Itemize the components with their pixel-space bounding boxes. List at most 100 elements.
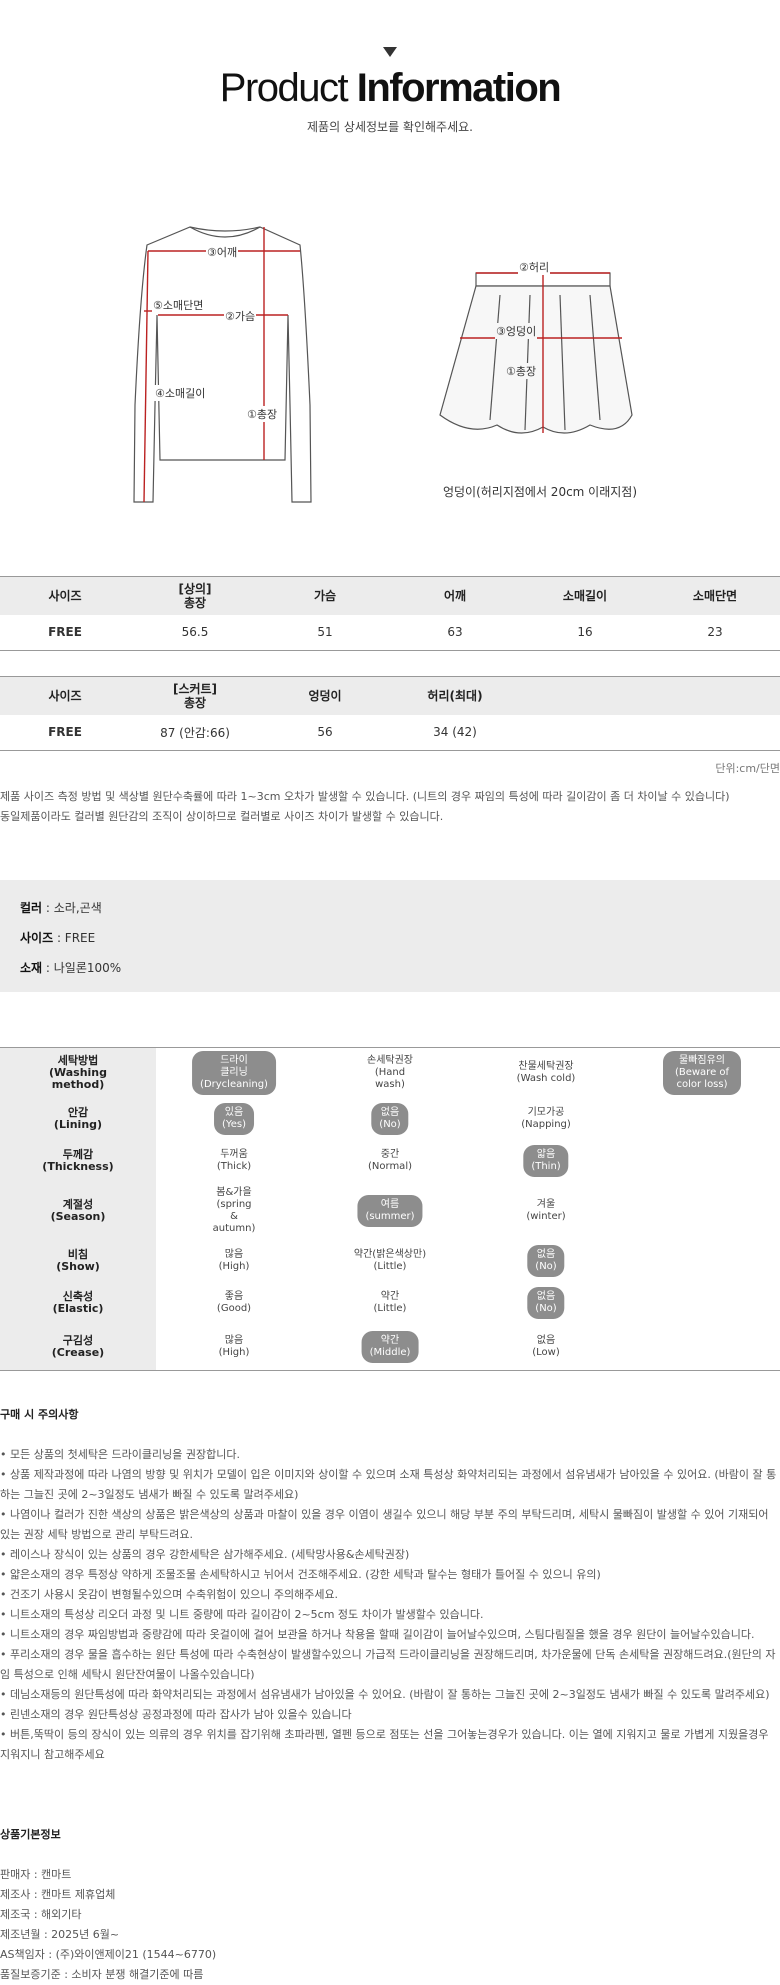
table-cell: 63 — [390, 614, 520, 651]
care-label: 세탁방법 (Washing method) — [0, 1048, 156, 1098]
care-option: 여름 (summer) — [357, 1195, 423, 1227]
down-arrow-icon — [383, 47, 397, 57]
table-header: 소매단면 — [650, 576, 780, 615]
caution-item: • 버튼,뚝딱이 등의 장식이 있는 의류의 경우 위치를 잡기위해 초파라펜,… — [0, 1728, 769, 1741]
top-label-sleeve-length: ④소매길이 — [154, 385, 207, 401]
caution-item: • 푸리소재의 경우 물을 흡수하는 원단 특성에 따라 수축현상이 발생할수있… — [0, 1648, 776, 1661]
table-row: FREE 87 (안감:66) 56 34 (42) — [0, 714, 780, 751]
care-row-elastic: 신축성 (Elastic) 좋음 (Good) 약간 (Little) 없음 (… — [0, 1282, 780, 1324]
caution-item: • 니트소재의 경우 짜임방법과 중량감에 따라 옷걸이에 걸어 보관을 하거나… — [0, 1628, 755, 1641]
care-label: 계절성 (Season) — [0, 1182, 156, 1240]
table-cell: 56.5 — [130, 614, 260, 651]
skirt-label-waist: ②허리 — [518, 259, 551, 275]
care-option: 없음 (Low) — [532, 1335, 560, 1358]
caution-item: • 데님소재등의 원단특성에 따라 화약처리되는 과정에서 섬유냄새가 남아있을… — [0, 1688, 770, 1701]
caution-item: • 레이스나 장식이 있는 상품의 경우 강한세탁은 삼가해주세요. (세탁망사… — [0, 1548, 410, 1561]
top-garment-diagram — [133, 226, 312, 503]
care-label: 안감 (Lining) — [0, 1098, 156, 1140]
table-cell: 56 — [260, 714, 390, 751]
table-header: 허리(최대) — [390, 676, 520, 715]
table-cell: FREE — [0, 714, 130, 751]
table-header-row: 사이즈 [상의] 총장 가슴 어깨 소매길이 소매단면 — [0, 576, 780, 615]
care-option: 약간 (Middle) — [361, 1331, 419, 1363]
table-cell: 23 — [650, 614, 780, 651]
caution-item: • 얇은소재의 경우 특정상 약하게 조물조물 손세탁하시고 뉘어서 건조해주세… — [0, 1568, 601, 1581]
care-option: 찬물세탁권장 (Wash cold) — [516, 1061, 576, 1084]
care-option: 겨울 (winter) — [526, 1199, 566, 1222]
care-label: 신축성 (Elastic) — [0, 1282, 156, 1324]
care-option: 약간 (Little) — [373, 1291, 407, 1314]
care-option: 많음 (High) — [218, 1249, 250, 1272]
skirt-caption: 엉덩이(허리지점에서 20cm 이래지점) — [442, 485, 638, 499]
basic-info-line: 제조사 : 캔마트 제휴업체 — [0, 1888, 116, 1901]
care-option: 물빠짐유의 (Beware of color loss) — [663, 1051, 741, 1095]
care-option: 없음 (No) — [371, 1103, 409, 1135]
table-header: 어깨 — [390, 576, 520, 615]
table-header: 사이즈 — [0, 576, 130, 615]
caution-item: 하는 그늘진 곳에 2~3일정도 냄새가 빠질 수 있도록 말려주세요) — [0, 1488, 299, 1501]
table-header: 사이즈 — [0, 676, 130, 715]
table-row: FREE 56.5 51 63 16 23 — [0, 614, 780, 651]
caution-item: • 건조기 사용시 옷감이 변형될수있으며 수축위험이 있으니 주의해주세요. — [0, 1588, 339, 1601]
care-row-show: 비침 (Show) 많음 (High) 약간(밝은색상만) (Little) 없… — [0, 1240, 780, 1282]
page-title: Product Information — [219, 66, 562, 110]
caution-item: • 나염이나 컬러가 진한 색상의 상품은 밝은색상의 상품과 마찰이 있을 경… — [0, 1508, 769, 1521]
care-option: 드라이 클리닝 (Drycleaning) — [192, 1051, 276, 1095]
basic-info-heading: 상품기본정보 — [0, 1828, 61, 1841]
caution-item: • 니트소재의 특성상 리오더 과정 및 니트 중량에 따라 길이감이 2~5c… — [0, 1608, 484, 1621]
table-header-row: 사이즈 [스커트] 총장 엉덩이 허리(최대) — [0, 676, 780, 715]
caution-item: 지워지니 참고해주세요 — [0, 1748, 105, 1761]
caution-item: 임 특성으로 인해 세탁시 원단잔여물이 나올수있습니다) — [0, 1668, 255, 1681]
table-header: [상의] 총장 — [130, 576, 260, 615]
caution-item: • 상품 제작과정에 따라 나염의 방향 및 위치가 모델이 입은 이미지와 상… — [0, 1468, 777, 1481]
care-label: 비침 (Show) — [0, 1240, 156, 1282]
caution-item: • 린넨소재의 경우 원단특성상 공정과정에 따라 잡사가 남아 있을수 있습니… — [0, 1708, 352, 1721]
unit-text: 단위:cm/단면 — [715, 762, 780, 775]
care-row-washing: 세탁방법 (Washing method) 드라이 클리닝 (Drycleani… — [0, 1048, 780, 1098]
size-note: 제품 사이즈 측정 방법 및 색상별 원단수축률에 따라 1~3cm 오차가 발… — [0, 790, 730, 803]
table-header: 엉덩이 — [260, 676, 390, 715]
table-header: 소매길이 — [520, 576, 650, 615]
care-row-crease: 구김성 (Crease) 많음 (High) 약간 (Middle) 없음 (L… — [0, 1324, 780, 1370]
care-option: 손세탁권장 (Hand wash) — [367, 1055, 413, 1090]
care-option: 없음 (No) — [527, 1245, 565, 1277]
care-table: 세탁방법 (Washing method) 드라이 클리닝 (Drycleani… — [0, 1047, 780, 1371]
basic-info-line: 판매자 : 캔마트 — [0, 1868, 72, 1881]
caution-item: • 모든 상품의 첫세탁은 드라이클리닝을 권장합니다. — [0, 1448, 240, 1461]
top-label-shoulder: ③어깨 — [206, 244, 239, 260]
garment-diagrams — [133, 226, 633, 503]
caution-heading: 구매 시 주의사항 — [0, 1408, 79, 1421]
top-label-length: ①총장 — [246, 406, 279, 422]
skirt-label-length: ①총장 — [505, 363, 538, 379]
size-note: 동일제품이라도 컬러별 원단감의 조직이 상이하므로 컬러별로 사이즈 차이가 … — [0, 810, 444, 823]
table-cell: 34 (42) — [390, 714, 520, 751]
table-header: 가슴 — [260, 576, 390, 615]
table-header: [스커트] 총장 — [130, 676, 260, 715]
care-option: 두꺼움 (Thick) — [216, 1149, 252, 1172]
size-table-top: 사이즈 [상의] 총장 가슴 어깨 소매길이 소매단면 FREE 56.5 51… — [0, 576, 780, 651]
spec-material: 소재 : 나일론100% — [20, 961, 122, 975]
care-label: 구김성 (Crease) — [0, 1324, 156, 1370]
skirt-diagram — [439, 272, 633, 434]
care-option: 많음 (High) — [218, 1335, 250, 1358]
care-option: 없음 (No) — [527, 1287, 565, 1319]
table-cell: 16 — [520, 614, 650, 651]
care-option: 좋음 (Good) — [216, 1291, 252, 1314]
care-label: 두께감 (Thickness) — [0, 1140, 156, 1182]
care-option: 있음 (Yes) — [214, 1103, 254, 1135]
basic-info-line: 제조국 : 해외기타 — [0, 1908, 82, 1921]
top-label-chest: ②가슴 — [224, 308, 257, 324]
table-cell: 87 (안감:66) — [130, 714, 260, 751]
basic-info-line: AS책임자 : (주)와이앤제이21 (1544~6770) — [0, 1948, 217, 1961]
caution-item: 있는 권장 세탁 방법으로 관리 부탁드려요. — [0, 1528, 194, 1541]
skirt-label-hip: ③엉덩이 — [495, 323, 538, 339]
basic-info-line: 품질보증기준 : 소비자 분쟁 해결기준에 따름 — [0, 1968, 204, 1981]
care-row-thickness: 두께감 (Thickness) 두꺼움 (Thick) 중간 (Normal) … — [0, 1140, 780, 1182]
care-option: 얇음 (Thin) — [523, 1145, 569, 1177]
basic-info-line: 제조년월 : 2025년 6월~ — [0, 1928, 120, 1941]
table-cell: FREE — [0, 614, 130, 651]
care-row-lining: 안감 (Lining) 있음 (Yes) 없음 (No) 기모가공 (Nappi… — [0, 1098, 780, 1140]
top-label-sleeve-width: ⑤소매단면 — [152, 297, 205, 313]
care-option: 약간(밝은색상만) (Little) — [353, 1249, 427, 1272]
spec-box: 컬러 : 소라,곤색 사이즈 : FREE 소재 : 나일론100% — [0, 880, 780, 992]
